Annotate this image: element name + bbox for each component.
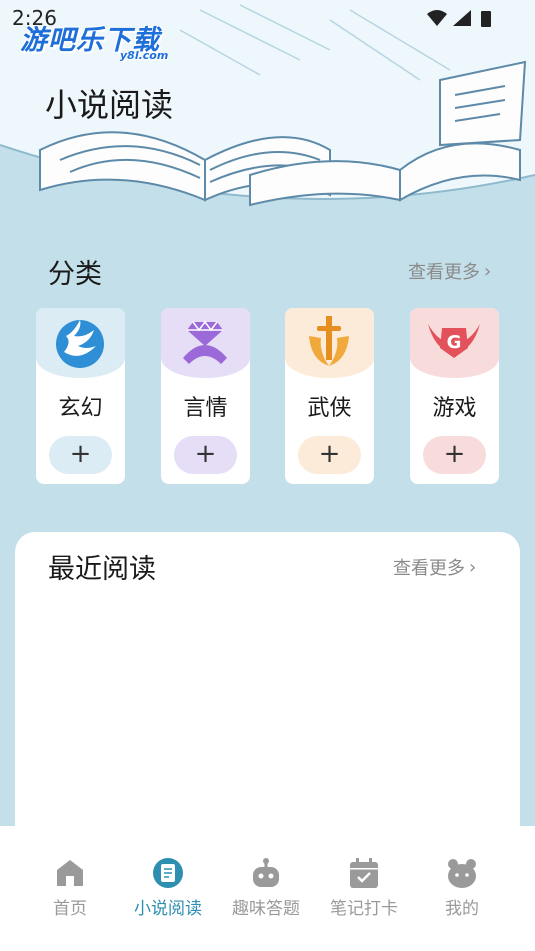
category-card-youxi[interactable]: G 游戏 + — [410, 308, 499, 484]
categories-title: 分类 — [48, 259, 102, 290]
recent-reading-title: 最近阅读 — [48, 554, 156, 585]
category-add-button[interactable]: + — [423, 436, 486, 474]
battery-icon — [481, 11, 491, 27]
home-icon — [57, 860, 83, 886]
category-card-wuxia[interactable]: 武侠 + — [285, 308, 374, 484]
watermark-logo-sub: y8l.com — [120, 49, 169, 62]
tab-profile[interactable]: 我的 — [413, 856, 511, 919]
tab-quiz[interactable]: 趣味答题 — [217, 856, 315, 919]
game-badge-icon: G — [428, 324, 480, 358]
see-more-label: 查看更多 — [408, 262, 480, 283]
chevron-right-icon: › — [484, 260, 492, 282]
phoenix-icon — [56, 320, 104, 368]
tab-notes-checkin[interactable]: 笔记打卡 — [315, 856, 413, 919]
status-icons — [427, 10, 491, 27]
recent-reading-card: 最近阅读 查看更多 › — [15, 532, 520, 852]
plus-icon: + — [194, 439, 217, 469]
tab-home[interactable]: 首页 — [21, 856, 119, 919]
category-label: 言情 — [183, 396, 228, 421]
diamond-ring-icon — [183, 320, 227, 364]
category-label: 武侠 — [307, 396, 352, 421]
svg-text:G: G — [447, 332, 462, 353]
calendar-check-icon — [350, 858, 378, 888]
plus-icon: + — [69, 439, 92, 469]
category-label: 玄幻 — [58, 396, 103, 421]
tab-label: 我的 — [445, 899, 479, 919]
category-add-button[interactable]: + — [49, 436, 112, 474]
category-add-button[interactable]: + — [298, 436, 361, 474]
tab-label: 小说阅读 — [134, 899, 202, 919]
bottom-tab-bar: 首页 小说阅读 趣味答题 笔记打卡 我的 — [0, 826, 535, 951]
page-title: 小说阅读 — [45, 86, 174, 124]
category-card-xuanhuan[interactable]: 玄幻 + — [36, 308, 125, 484]
plus-icon: + — [443, 439, 466, 469]
profile-icon — [448, 859, 476, 888]
category-label: 游戏 — [432, 396, 477, 421]
recent-see-more[interactable]: 查看更多 › — [393, 554, 476, 580]
category-card-yanqing[interactable]: 言情 + — [161, 308, 250, 484]
categories-see-more[interactable]: 查看更多 › — [408, 258, 491, 284]
tab-label: 笔记打卡 — [330, 899, 398, 919]
sword-icon — [309, 316, 349, 366]
wifi-icon — [427, 10, 447, 26]
category-list: 玄幻 + 言情 + 武侠 + G 游戏 + — [36, 308, 506, 486]
category-add-button[interactable]: + — [174, 436, 237, 474]
plus-icon: + — [318, 439, 341, 469]
signal-icon — [453, 10, 471, 26]
tab-label: 趣味答题 — [232, 899, 300, 919]
tab-novel-reading[interactable]: 小说阅读 — [119, 856, 217, 919]
robot-icon — [253, 858, 279, 887]
tab-label: 首页 — [53, 899, 87, 919]
book-icon — [153, 858, 183, 888]
see-more-label: 查看更多 — [393, 558, 465, 579]
chevron-right-icon: › — [469, 556, 477, 578]
